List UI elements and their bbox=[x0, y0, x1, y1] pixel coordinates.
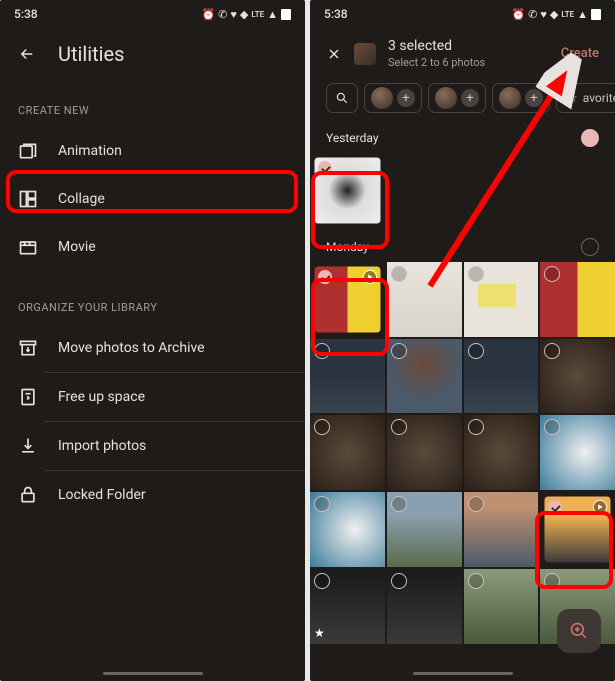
zoom-fab[interactable] bbox=[557, 609, 601, 653]
photo-thumb[interactable] bbox=[314, 157, 380, 223]
menu-label: Animation bbox=[58, 143, 287, 159]
status-bar: 5:38 ⏰✆♥◆ LTE ▲ bbox=[310, 0, 615, 28]
selection-count: 3 selected bbox=[388, 38, 549, 54]
photo-thumb[interactable] bbox=[310, 492, 385, 567]
phone-selector: 5:38 ⏰✆♥◆ LTE ▲ 3 selected Select 2 to 6… bbox=[310, 0, 615, 681]
date-monday[interactable]: Monday bbox=[310, 228, 615, 262]
zoom-in-icon bbox=[569, 621, 589, 641]
nav-pill bbox=[413, 672, 513, 675]
menu-collage[interactable]: Collage bbox=[0, 175, 305, 223]
selection-text: 3 selected Select 2 to 6 photos bbox=[388, 38, 549, 69]
photo-thumb[interactable] bbox=[310, 339, 385, 414]
page-title: Utilities bbox=[58, 42, 124, 66]
photo-grid-monday: ★ bbox=[310, 262, 615, 644]
selection-header: 3 selected Select 2 to 6 photos Create bbox=[310, 28, 615, 73]
photo-thumb[interactable] bbox=[314, 266, 380, 332]
menu-import[interactable]: Import photos bbox=[0, 422, 305, 470]
chip-label: avorites bbox=[583, 91, 615, 105]
close-icon[interactable] bbox=[326, 46, 342, 62]
video-badge bbox=[363, 270, 377, 284]
animation-icon bbox=[18, 141, 38, 161]
video-badge bbox=[593, 500, 607, 514]
photo-thumb[interactable] bbox=[464, 339, 539, 414]
photo-thumb[interactable] bbox=[464, 262, 539, 337]
photo-thumb[interactable] bbox=[387, 415, 462, 490]
import-icon bbox=[18, 436, 38, 456]
chip-face-1[interactable]: + bbox=[364, 83, 422, 113]
menu-label: Move photos to Archive bbox=[58, 340, 287, 356]
status-bar: 5:38 ⏰✆♥◆ LTE ▲ bbox=[0, 0, 305, 28]
chip-favorites[interactable]: ☆ avorites bbox=[556, 83, 615, 113]
menu-label: Import photos bbox=[58, 438, 287, 454]
nav-pill bbox=[103, 672, 203, 675]
photo-thumb[interactable] bbox=[387, 569, 462, 644]
photo-thumb[interactable] bbox=[540, 415, 615, 490]
date-checkbox[interactable] bbox=[581, 129, 599, 147]
status-time: 5:38 bbox=[324, 7, 348, 21]
section-create-new: CREATE NEW bbox=[0, 74, 305, 127]
menu-freeup[interactable]: Free up space bbox=[0, 373, 305, 421]
menu-label: Movie bbox=[58, 239, 287, 255]
date-yesterday[interactable]: Yesterday bbox=[310, 119, 615, 153]
menu-label: Collage bbox=[58, 191, 287, 207]
photo-thumb[interactable] bbox=[387, 492, 462, 567]
date-checkbox[interactable] bbox=[581, 238, 599, 256]
menu-movie[interactable]: Movie bbox=[0, 223, 305, 271]
selection-thumbnail bbox=[354, 43, 376, 65]
menu-locked[interactable]: Locked Folder bbox=[0, 471, 305, 519]
menu-animation[interactable]: Animation bbox=[0, 127, 305, 175]
search-icon bbox=[335, 91, 349, 105]
status-time: 5:38 bbox=[14, 7, 38, 21]
photo-thumb[interactable] bbox=[464, 569, 539, 644]
photo-thumb[interactable] bbox=[387, 262, 462, 337]
photo-thumb[interactable] bbox=[464, 415, 539, 490]
photo-thumb[interactable] bbox=[310, 415, 385, 490]
photo-thumb[interactable] bbox=[387, 339, 462, 414]
photo-thumb[interactable]: ★ bbox=[310, 569, 385, 644]
phone-utilities: 5:38 ⏰✆♥◆ LTE ▲ Utilities CREATE NEW Ani… bbox=[0, 0, 305, 681]
photo-thumb[interactable] bbox=[545, 496, 611, 562]
star-icon: ☆ bbox=[567, 91, 578, 105]
photo-thumb[interactable] bbox=[540, 339, 615, 414]
back-icon[interactable] bbox=[18, 45, 36, 63]
status-icons: ⏰✆♥◆ LTE ▲ bbox=[511, 8, 601, 21]
lock-icon bbox=[18, 485, 38, 505]
photo-grid-yesterday bbox=[310, 153, 615, 228]
filter-chips: + + + ☆ avorites bbox=[310, 73, 615, 119]
photo-thumb[interactable] bbox=[464, 492, 539, 567]
section-organize: ORGANIZE YOUR LIBRARY bbox=[0, 271, 305, 324]
collage-icon bbox=[18, 189, 38, 209]
movie-icon bbox=[18, 237, 38, 257]
chip-face-2[interactable]: + bbox=[428, 83, 486, 113]
favorite-star: ★ bbox=[314, 626, 325, 640]
archive-icon bbox=[18, 338, 38, 358]
create-button[interactable]: Create bbox=[561, 46, 599, 61]
menu-label: Locked Folder bbox=[58, 487, 287, 503]
menu-label: Free up space bbox=[58, 389, 287, 405]
selection-hint: Select 2 to 6 photos bbox=[388, 56, 549, 69]
freeup-icon bbox=[18, 387, 38, 407]
status-icons: ⏰✆♥◆ LTE ▲ bbox=[201, 8, 291, 21]
photo-thumb[interactable] bbox=[540, 262, 615, 337]
header: Utilities bbox=[0, 28, 305, 74]
chip-search[interactable] bbox=[326, 83, 358, 113]
chip-face-3[interactable]: + bbox=[492, 83, 550, 113]
menu-archive[interactable]: Move photos to Archive bbox=[0, 324, 305, 372]
